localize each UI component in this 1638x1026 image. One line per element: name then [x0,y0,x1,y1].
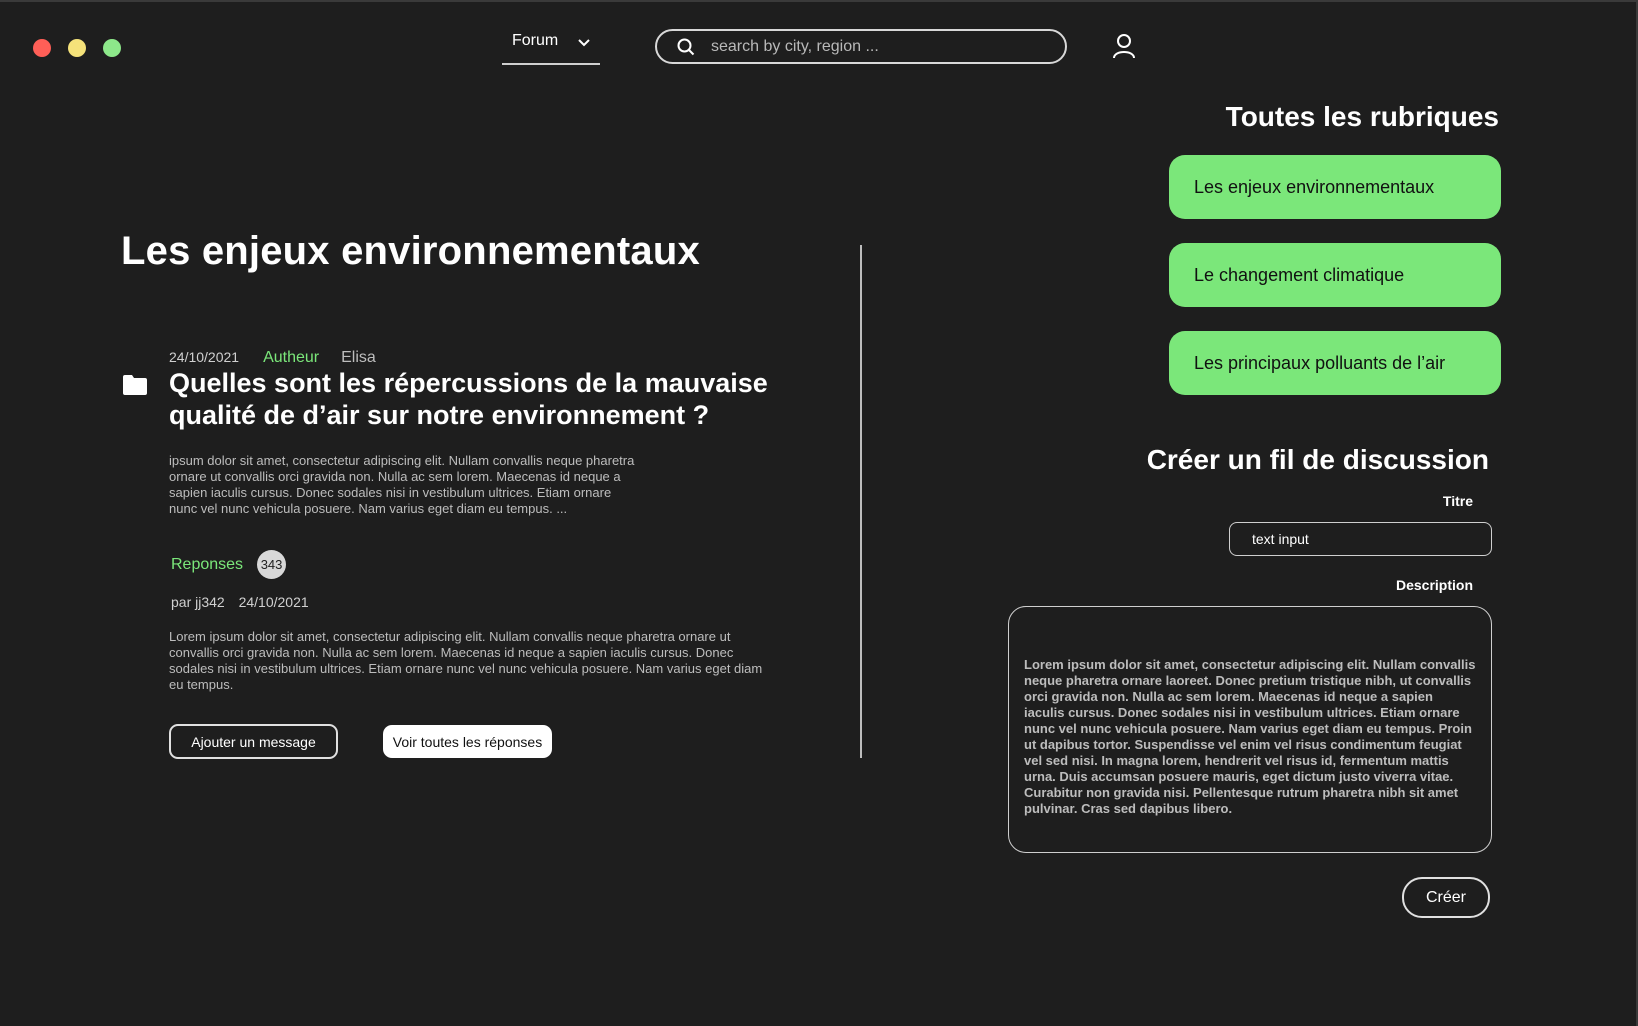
reply-author: par jj342 [171,594,225,610]
folder-icon [123,375,147,395]
rubrique-button-changement[interactable]: Le changement climatique [1169,243,1501,307]
search-input[interactable] [711,37,1031,56]
rubrique-button-enjeux[interactable]: Les enjeux environnementaux [1169,155,1501,219]
titre-input[interactable] [1229,522,1492,556]
reply-meta: par jj342 24/10/2021 [171,594,309,610]
forum-nav-select[interactable]: Forum [502,32,600,65]
reply-date: 24/10/2021 [238,594,309,610]
app-window: Forum Les enjeux environnementaux 24/10/… [0,0,1638,1026]
search-icon [677,38,695,55]
page-title: Les enjeux environnementaux [121,229,700,273]
close-window-button[interactable] [33,39,51,57]
reply-text: Lorem ipsum dolor sit amet, consectetur … [169,629,763,692]
rubrique-button-polluants[interactable]: Les principaux polluants de l’air [1169,331,1501,395]
add-message-button[interactable]: Ajouter un message [169,724,338,759]
chevron-down-icon [578,39,590,47]
user-icon[interactable] [1112,33,1136,59]
post-meta: 24/10/2021 Autheur Elisa [169,349,376,367]
minimize-window-button[interactable] [68,39,86,57]
description-textarea[interactable]: Lorem ipsum dolor sit amet, consectetur … [1008,606,1492,853]
titre-label: Titre [1442,493,1473,509]
replies-count-badge: 343 [257,550,287,579]
post-excerpt: ipsum dolor sit amet, consectetur adipis… [169,453,635,516]
replies-label[interactable]: Reponses [171,556,243,574]
maximize-window-button[interactable] [103,39,121,57]
post-author[interactable]: Elisa [341,349,376,367]
forum-nav-label: Forum [512,32,559,49]
create-thread-title: Créer un fil de discussion [1146,444,1489,475]
post-date: 24/10/2021 [169,349,240,365]
column-divider [860,245,862,758]
post-author-label: Autheur [263,349,320,366]
post-title[interactable]: Quelles sont les répercussions de la mau… [169,367,769,431]
search-bar[interactable] [655,29,1067,64]
see-all-replies-button[interactable]: Voir toutes les réponses [383,725,552,758]
rubriques-title: Toutes les rubriques [1225,101,1499,132]
description-label: Description [1395,577,1473,593]
create-button[interactable]: Créer [1402,877,1490,918]
window-controls [33,39,121,57]
replies-header[interactable]: Reponses 343 [171,550,287,579]
